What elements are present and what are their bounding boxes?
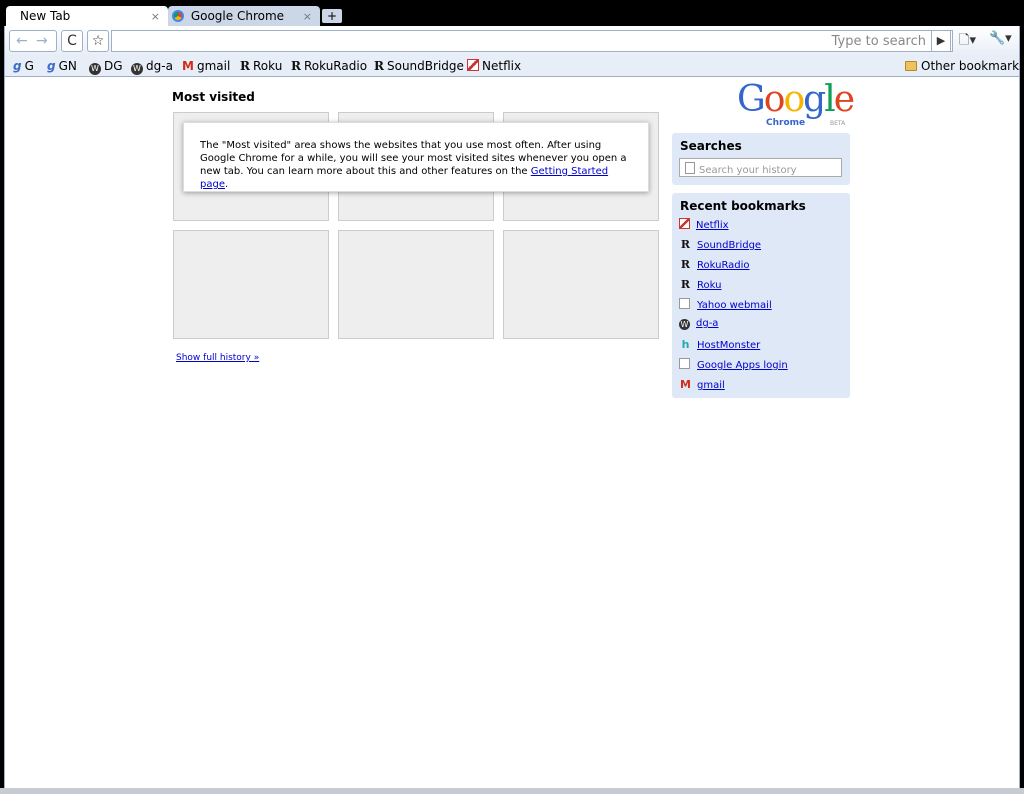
tab-new-tab[interactable]: New Tab × <box>6 6 168 26</box>
show-full-history-link[interactable]: Show full history » <box>176 353 259 363</box>
recent-bookmark-item: Google Apps login <box>679 358 788 371</box>
most-visited-thumbnail[interactable] <box>338 230 494 339</box>
go-arrow-icon[interactable]: ▶ <box>931 30 951 52</box>
recent-bookmark-item: R SoundBridge <box>679 238 761 251</box>
roku-icon: R <box>291 59 301 73</box>
wordpress-icon: W <box>89 63 101 75</box>
star-icon[interactable]: ☆ <box>87 30 109 52</box>
roku-icon: R <box>680 238 691 251</box>
wrench-menu-icon[interactable]: 🔧▾ <box>989 31 1015 51</box>
most-visited-thumbnail[interactable] <box>173 230 329 339</box>
google-icon: g <box>47 59 56 73</box>
tab-title: New Tab <box>20 9 71 23</box>
recent-bookmark-item: Yahoo webmail <box>679 298 772 311</box>
history-search-input[interactable] <box>699 165 834 176</box>
recent-bookmark-link[interactable]: SoundBridge <box>697 240 761 251</box>
logo-letter: g <box>803 79 826 120</box>
roku-icon: R <box>374 59 384 73</box>
recent-bookmark-link[interactable]: RokuRadio <box>697 260 750 271</box>
gmail-icon: M <box>182 59 194 73</box>
folder-icon <box>905 61 917 71</box>
bookmark-soundbridge[interactable]: R SoundBridge <box>374 59 464 73</box>
logo-beta-label: BETA <box>830 120 846 127</box>
bookmark-rokuradio[interactable]: R RokuRadio <box>291 59 367 73</box>
recent-bookmark-link[interactable]: gmail <box>697 380 725 391</box>
logo-subtitle: Chrome <box>766 118 806 128</box>
wordpress-icon: W <box>131 63 143 75</box>
tab-title: Google Chrome <box>190 9 285 23</box>
back-arrow-icon[interactable]: ← <box>16 31 34 51</box>
logo-text: Google <box>737 79 855 120</box>
close-icon[interactable]: × <box>151 10 160 23</box>
recent-bookmark-link[interactable]: Yahoo webmail <box>697 300 772 311</box>
recent-bookmarks-panel: Recent bookmarks Netflix R SoundBridge RR… <box>672 193 850 398</box>
recent-bookmark-link[interactable]: Netflix <box>696 220 729 231</box>
searches-title: Searches <box>680 139 742 153</box>
netflix-icon <box>467 59 479 71</box>
bookmark-gn[interactable]: g GN <box>47 59 77 73</box>
most-visited-thumbnail[interactable] <box>503 230 659 339</box>
logo-letter: o <box>763 79 786 120</box>
roku-icon: R <box>680 278 691 291</box>
google-icon: g <box>13 59 22 73</box>
tab-google-chrome[interactable]: Google Chrome × <box>168 6 320 26</box>
omnibox-input[interactable] <box>116 33 926 49</box>
recent-bookmark-link[interactable]: dg-a <box>696 318 718 329</box>
new-tab-page: Most visited The "Most visited" area sho… <box>4 77 1020 788</box>
recent-bookmark-link[interactable]: Roku <box>697 280 721 291</box>
reload-icon[interactable]: C <box>61 30 83 52</box>
chrome-icon <box>172 10 184 22</box>
page-icon <box>685 162 695 174</box>
google-chrome-logo: Google Chrome BETA <box>737 79 857 129</box>
bookmark-roku[interactable]: R Roku <box>240 59 282 73</box>
recent-bookmarks-title: Recent bookmarks <box>680 199 806 213</box>
history-search-box <box>679 158 842 177</box>
bookmarks-bar: gG g GN W DG Wdg-a Mgmail R Roku R RokuRadio… <box>4 56 1024 77</box>
bookmark-dg-a[interactable]: Wdg-a <box>131 59 173 75</box>
roku-icon: R <box>680 258 691 271</box>
bookmark-g[interactable]: gG <box>13 59 34 73</box>
omnibox <box>111 30 953 52</box>
toolbar: ← → C ☆ ▶ 🗋▾ 🔧▾ <box>4 26 1020 56</box>
forward-arrow-icon[interactable]: → <box>36 31 54 51</box>
recent-bookmark-item: Mgmail <box>679 378 725 391</box>
new-tab-button[interactable]: + <box>322 9 342 23</box>
bookmark-netflix[interactable]: Netflix <box>467 59 521 73</box>
os-taskbar <box>0 788 1024 794</box>
wordpress-icon: W <box>679 319 690 330</box>
searches-panel: Searches <box>672 133 850 185</box>
recent-bookmark-link[interactable]: HostMonster <box>697 340 760 351</box>
gmail-icon: M <box>680 378 691 391</box>
page-icon <box>679 298 690 309</box>
recent-bookmark-link[interactable]: Google Apps login <box>697 360 788 371</box>
browser-window: New Tab × Google Chrome × + ← → C ☆ ▶ 🗋▾… <box>0 0 1024 794</box>
logo-letter: o <box>783 79 805 120</box>
page-icon <box>679 358 690 369</box>
logo-letter: l <box>824 79 835 120</box>
recent-bookmark-item: Wdg-a <box>679 318 718 330</box>
recent-bookmark-item: h HostMonster <box>679 338 761 351</box>
other-bookmarks[interactable]: Other bookmarks <box>905 59 1024 73</box>
logo-letter: e <box>833 79 855 120</box>
most-visited-title: Most visited <box>172 90 255 104</box>
tab-strip: New Tab × Google Chrome × + <box>0 0 1024 26</box>
page-menu-icon[interactable]: 🗋▾ <box>959 31 985 51</box>
recent-bookmark-item: R RokuRadio <box>679 258 750 271</box>
recent-bookmark-item: Netflix <box>679 218 729 231</box>
back-forward-group: ← → <box>9 30 57 52</box>
logo-letter: G <box>737 79 766 120</box>
recent-bookmark-item: R Roku <box>679 278 722 291</box>
close-icon[interactable]: × <box>303 10 312 23</box>
bookmark-dg[interactable]: W DG <box>89 59 123 75</box>
bookmark-gmail[interactable]: Mgmail <box>182 59 230 73</box>
roku-icon: R <box>240 59 250 73</box>
netflix-icon <box>679 218 690 229</box>
hostmonster-icon: h <box>681 338 690 351</box>
most-visited-notice: The "Most visited" area shows the websit… <box>183 122 649 192</box>
